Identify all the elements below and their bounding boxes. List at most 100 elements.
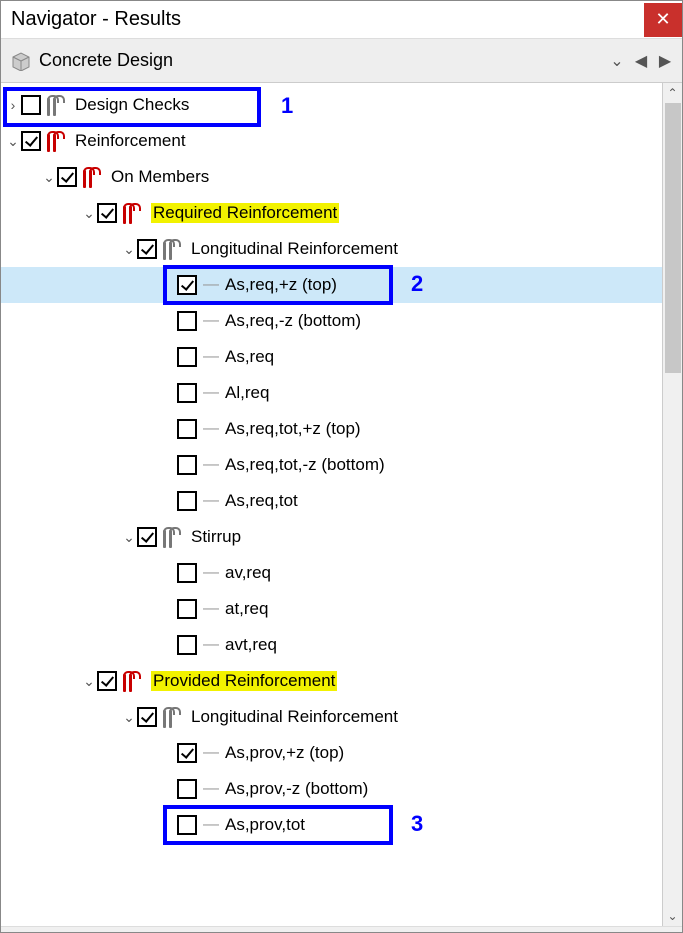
node-label: As,req,tot,+z (top) (225, 419, 361, 439)
expander-icon[interactable]: ⌄ (121, 709, 137, 726)
node-label: As,prov,tot (225, 815, 305, 835)
leaf-icon: — (203, 348, 219, 366)
checkbox-as-prov-mz[interactable] (177, 779, 197, 799)
checkbox-on-members[interactable] (57, 167, 77, 187)
concrete-icon (9, 51, 33, 71)
section-dropdown[interactable]: ⌄ (608, 51, 626, 71)
expander-icon[interactable]: ⌄ (121, 529, 137, 546)
leaf-icon: — (203, 780, 219, 798)
checkbox-as-prov-pz[interactable] (177, 743, 197, 763)
node-label: Reinforcement (75, 131, 186, 151)
checkbox-avt-req[interactable] (177, 635, 197, 655)
checkbox-as-req[interactable] (177, 347, 197, 367)
node-long-reinf-prov[interactable]: ⌄ Longitudinal Reinforcement (1, 699, 662, 735)
members-icon (123, 670, 147, 692)
node-label: As,req (225, 347, 274, 367)
leaf-icon: — (203, 312, 219, 330)
node-design-checks[interactable]: › Design Checks (1, 87, 662, 123)
leaf-icon: — (203, 600, 219, 618)
node-stirrup[interactable]: ⌄ Stirrup (1, 519, 662, 555)
expander-icon[interactable]: › (5, 97, 21, 113)
leaf-icon: — (203, 636, 219, 654)
node-on-members[interactable]: ⌄ On Members (1, 159, 662, 195)
checkbox-design-checks[interactable] (21, 95, 41, 115)
expander-icon[interactable]: ⌄ (121, 241, 137, 258)
node-as-req[interactable]: — As,req (1, 339, 662, 375)
node-label: av,req (225, 563, 271, 583)
checkbox-as-req-tot-pz[interactable] (177, 419, 197, 439)
node-label: Design Checks (75, 95, 189, 115)
node-av-req[interactable]: — av,req (1, 555, 662, 591)
prev-result-button[interactable]: ◀ (632, 51, 650, 71)
checkbox-at-req[interactable] (177, 599, 197, 619)
node-label: Required Reinforcement (151, 203, 339, 223)
node-label: Stirrup (191, 527, 241, 547)
scroll-thumb[interactable] (665, 103, 681, 373)
node-as-prov-pz[interactable]: — As,prov,+z (top) (1, 735, 662, 771)
checkbox-long-reinf-req[interactable] (137, 239, 157, 259)
node-al-req[interactable]: — Al,req (1, 375, 662, 411)
scroll-up-button[interactable]: ⌃ (664, 83, 682, 103)
node-label: As,prov,+z (top) (225, 743, 344, 763)
checkbox-provided-reinf[interactable] (97, 671, 117, 691)
node-as-req-tot-pz[interactable]: — As,req,tot,+z (top) (1, 411, 662, 447)
node-label: As,prov,-z (bottom) (225, 779, 368, 799)
node-label: avt,req (225, 635, 277, 655)
section-bar: Concrete Design ⌄ ◀ ▶ (1, 39, 682, 83)
expander-icon[interactable]: ⌄ (81, 205, 97, 222)
members-icon (83, 166, 107, 188)
checkbox-reinforcement[interactable] (21, 131, 41, 151)
horizontal-scrollbar[interactable] (1, 926, 682, 932)
leaf-icon: — (203, 384, 219, 402)
checkbox-as-prov-tot[interactable] (177, 815, 197, 835)
node-as-prov-tot[interactable]: — As,prov,tot (1, 807, 662, 843)
node-provided-reinforcement[interactable]: ⌄ Provided Reinforcement (1, 663, 662, 699)
node-as-req-pz[interactable]: — As,req,+z (top) (1, 267, 662, 303)
node-label: Longitudinal Reinforcement (191, 707, 398, 727)
results-tree[interactable]: › Design Checks ⌄ Reinforcement ⌄ On Mem… (1, 83, 662, 926)
checkbox-as-req-pz[interactable] (177, 275, 197, 295)
node-as-req-tot[interactable]: — As,req,tot (1, 483, 662, 519)
checkbox-required-reinf[interactable] (97, 203, 117, 223)
members-icon (163, 238, 187, 260)
members-icon (47, 130, 71, 152)
checkbox-av-req[interactable] (177, 563, 197, 583)
next-result-button[interactable]: ▶ (656, 51, 674, 71)
section-title: Concrete Design (39, 50, 602, 71)
expander-icon[interactable]: ⌄ (5, 133, 21, 150)
scroll-track[interactable] (664, 103, 682, 906)
node-label: Al,req (225, 383, 269, 403)
leaf-icon: — (203, 420, 219, 438)
node-label: As,req,-z (bottom) (225, 311, 361, 331)
members-icon (123, 202, 147, 224)
scroll-down-button[interactable]: ⌄ (664, 906, 682, 926)
checkbox-as-req-tot-mz[interactable] (177, 455, 197, 475)
checkbox-as-req-mz[interactable] (177, 311, 197, 331)
node-label: As,req,tot (225, 491, 298, 511)
leaf-icon: — (203, 816, 219, 834)
node-at-req[interactable]: — at,req (1, 591, 662, 627)
node-reinforcement[interactable]: ⌄ Reinforcement (1, 123, 662, 159)
checkbox-stirrup[interactable] (137, 527, 157, 547)
vertical-scrollbar[interactable]: ⌃ ⌄ (662, 83, 682, 926)
close-icon: ✕ (655, 9, 670, 30)
checkbox-al-req[interactable] (177, 383, 197, 403)
node-long-reinf-req[interactable]: ⌄ Longitudinal Reinforcement (1, 231, 662, 267)
checkbox-as-req-tot[interactable] (177, 491, 197, 511)
expander-icon[interactable]: ⌄ (81, 673, 97, 690)
members-icon (163, 526, 187, 548)
titlebar: Navigator - Results ✕ (1, 1, 682, 39)
close-button[interactable]: ✕ (644, 3, 682, 37)
leaf-icon: — (203, 564, 219, 582)
checkbox-long-reinf-prov[interactable] (137, 707, 157, 727)
node-label: As,req,tot,-z (bottom) (225, 455, 385, 475)
node-label: As,req,+z (top) (225, 275, 337, 295)
leaf-icon: — (203, 276, 219, 294)
node-label: Longitudinal Reinforcement (191, 239, 398, 259)
node-as-req-tot-mz[interactable]: — As,req,tot,-z (bottom) (1, 447, 662, 483)
expander-icon[interactable]: ⌄ (41, 169, 57, 186)
node-as-prov-mz[interactable]: — As,prov,-z (bottom) (1, 771, 662, 807)
node-avt-req[interactable]: — avt,req (1, 627, 662, 663)
node-required-reinforcement[interactable]: ⌄ Required Reinforcement (1, 195, 662, 231)
node-as-req-mz[interactable]: — As,req,-z (bottom) (1, 303, 662, 339)
